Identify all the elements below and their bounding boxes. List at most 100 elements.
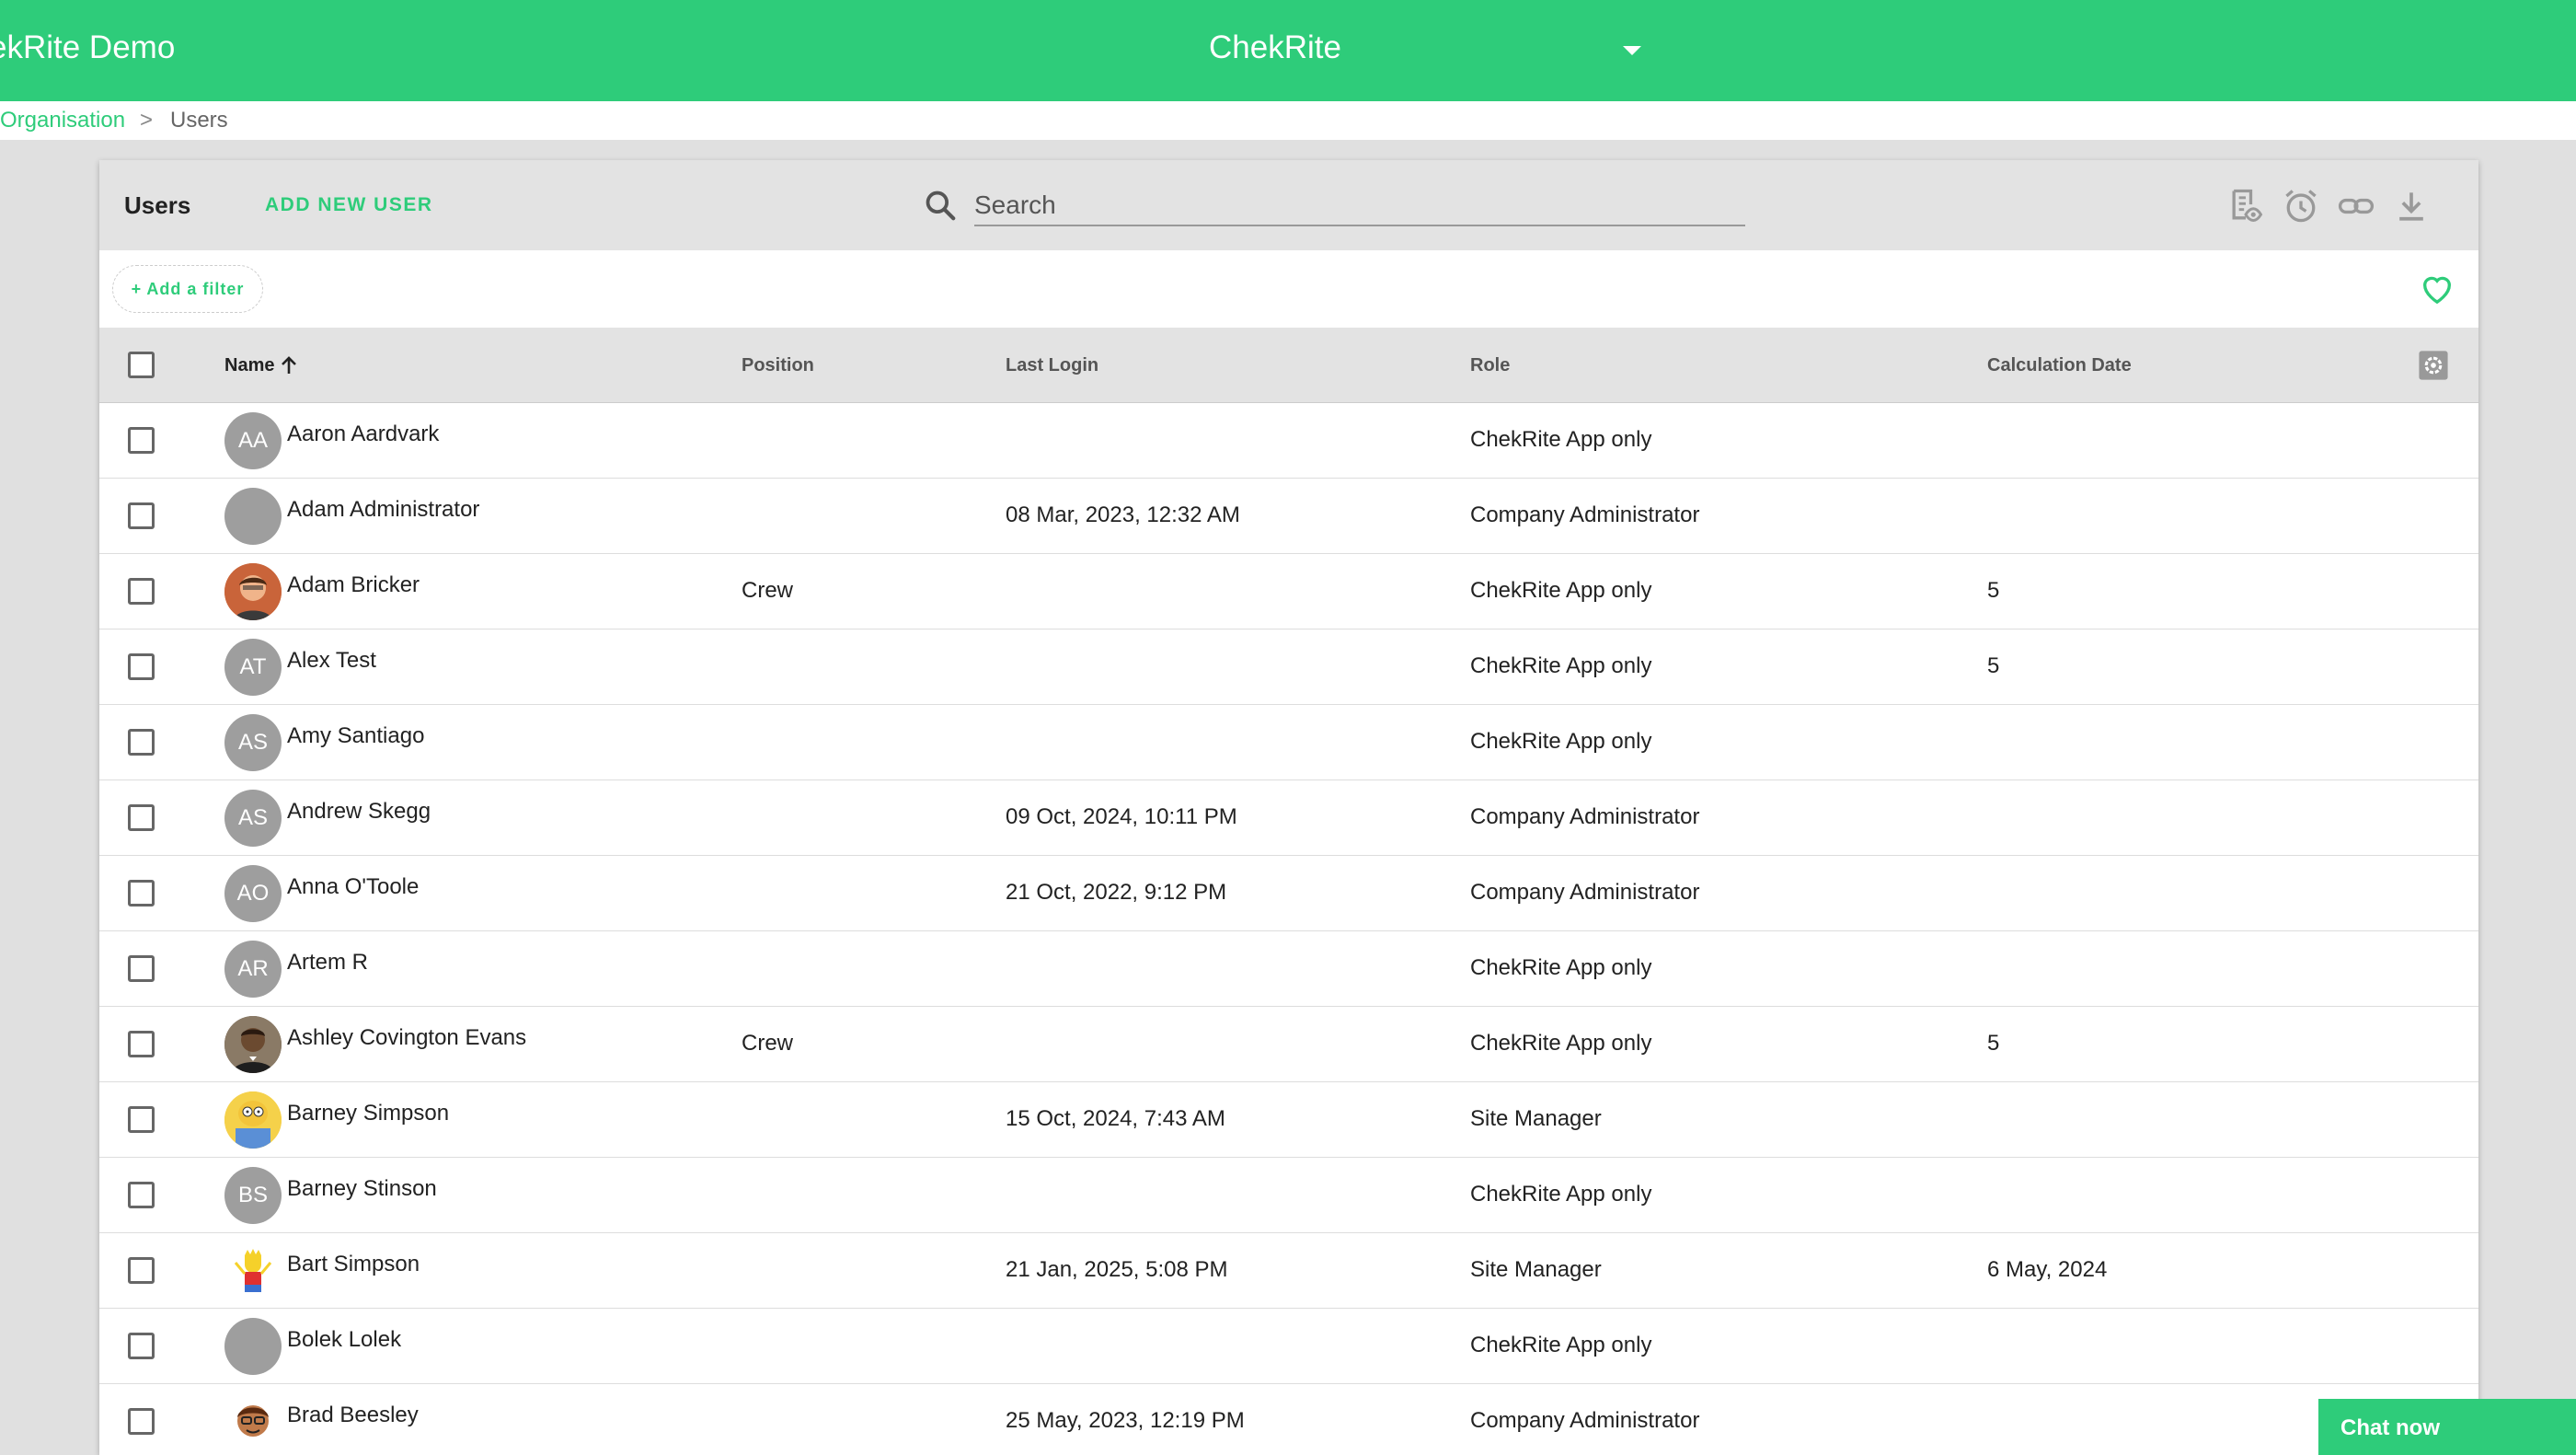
user-role: Company Administrator — [1470, 502, 1700, 527]
avatar-photo — [224, 1393, 282, 1450]
breadcrumb: Organisation > Users — [0, 101, 2576, 140]
avatar-photo — [224, 1091, 282, 1149]
avatar-photo — [224, 563, 282, 620]
table-header: Name Position Last Login Role Calculatio… — [99, 328, 2478, 403]
user-role: Site Manager — [1470, 1106, 1602, 1131]
table-row[interactable]: Barney Simpson 15 Oct, 2024, 7:43 AM Sit… — [99, 1082, 2478, 1158]
row-checkbox[interactable] — [128, 955, 155, 982]
user-role: Company Administrator — [1470, 1408, 1700, 1433]
row-checkbox[interactable] — [128, 1333, 155, 1359]
user-calculation-date: 6 May, 2024 — [1987, 1257, 2108, 1282]
row-checkbox[interactable] — [128, 729, 155, 756]
user-calculation-date: 5 — [1987, 1031, 2000, 1056]
table-row[interactable]: Bolek Lolek ChekRite App only — [99, 1309, 2478, 1384]
user-role: ChekRite App only — [1470, 653, 1652, 678]
user-name[interactable]: Barney Simpson — [287, 1101, 449, 1126]
column-settings-gear-icon[interactable] — [2418, 350, 2449, 381]
user-role: Site Manager — [1470, 1257, 1602, 1282]
add-filter-button[interactable]: + Add a filter — [112, 265, 263, 313]
user-name[interactable]: Bolek Lolek — [287, 1327, 401, 1353]
row-checkbox[interactable] — [128, 1031, 155, 1057]
row-checkbox[interactable] — [128, 578, 155, 605]
sort-ascending-icon[interactable] — [278, 353, 300, 377]
download-icon[interactable] — [2391, 186, 2432, 226]
user-name[interactable]: Artem R — [287, 950, 368, 976]
row-checkbox[interactable] — [128, 427, 155, 454]
column-header-last-login[interactable]: Last Login — [1006, 355, 1098, 376]
table-row[interactable]: Ashley Covington Evans Crew ChekRite App… — [99, 1007, 2478, 1082]
row-checkbox[interactable] — [128, 502, 155, 529]
user-role: Company Administrator — [1470, 880, 1700, 905]
user-role: ChekRite App only — [1470, 729, 1652, 754]
avatar: AA — [224, 412, 282, 469]
user-name[interactable]: Anna O'Toole — [287, 874, 419, 900]
user-name[interactable]: Amy Santiago — [287, 723, 424, 749]
heart-icon[interactable] — [2418, 271, 2456, 307]
row-checkbox[interactable] — [128, 880, 155, 906]
user-last-login: 15 Oct, 2024, 7:43 AM — [1006, 1106, 1225, 1131]
table-row[interactable]: AR Artem R ChekRite App only — [99, 931, 2478, 1007]
table-row[interactable]: AO Anna O'Toole 21 Oct, 2022, 9:12 PM Co… — [99, 856, 2478, 931]
select-all-checkbox[interactable] — [128, 352, 155, 378]
user-name[interactable]: Brad Beesley — [287, 1403, 419, 1428]
table-row[interactable]: BS Barney Stinson ChekRite App only — [99, 1158, 2478, 1233]
row-checkbox[interactable] — [128, 1106, 155, 1133]
user-name[interactable]: Barney Stinson — [287, 1176, 437, 1202]
users-card: Users ADD NEW USER Search + Add a filter… — [99, 160, 2478, 1455]
avatar: AS — [224, 790, 282, 847]
avatar: AO — [224, 865, 282, 922]
table-row[interactable]: Bart Simpson 21 Jan, 2025, 5:08 PM Site … — [99, 1233, 2478, 1309]
column-header-name[interactable]: Name — [224, 355, 274, 376]
user-name[interactable]: Adam Bricker — [287, 572, 420, 598]
table-row[interactable]: Adam Bricker Crew ChekRite App only 5 — [99, 554, 2478, 629]
avatar: AR — [224, 941, 282, 998]
user-name[interactable]: Andrew Skegg — [287, 799, 431, 825]
breadcrumb-organisation-link[interactable]: Organisation — [0, 108, 125, 133]
add-new-user-button[interactable]: ADD NEW USER — [265, 194, 433, 216]
alarm-icon[interactable] — [2281, 186, 2321, 226]
table-row[interactable]: Brad Beesley 25 May, 2023, 12:19 PM Comp… — [99, 1384, 2478, 1455]
avatar — [224, 1318, 282, 1375]
user-calculation-date: 5 — [1987, 653, 2000, 678]
person-photo-icon — [224, 563, 282, 620]
link-icon[interactable] — [2336, 186, 2376, 226]
page-title: Users — [124, 191, 191, 219]
user-name[interactable]: Adam Administrator — [287, 497, 479, 523]
row-checkbox[interactable] — [128, 1182, 155, 1208]
user-name[interactable]: Bart Simpson — [287, 1252, 420, 1277]
column-header-position[interactable]: Position — [742, 355, 814, 376]
table-row[interactable]: AS Andrew Skegg 09 Oct, 2024, 10:11 PM C… — [99, 780, 2478, 856]
user-last-login: 08 Mar, 2023, 12:32 AM — [1006, 502, 1240, 527]
row-checkbox[interactable] — [128, 1257, 155, 1284]
user-name[interactable]: Alex Test — [287, 648, 376, 674]
row-checkbox[interactable] — [128, 653, 155, 680]
cartoon-character-icon — [224, 1091, 282, 1149]
row-checkbox[interactable] — [128, 804, 155, 831]
avatar: AT — [224, 639, 282, 696]
app-selector-label[interactable]: ChekRite — [1209, 29, 1341, 66]
avatar: BS — [224, 1167, 282, 1224]
column-header-calculation-date[interactable]: Calculation Date — [1987, 355, 2132, 376]
user-name[interactable]: Ashley Covington Evans — [287, 1025, 526, 1051]
column-header-role[interactable]: Role — [1470, 355, 1510, 376]
user-last-login: 21 Oct, 2022, 9:12 PM — [1006, 880, 1227, 905]
table-row[interactable]: AA Aaron Aardvark ChekRite App only — [99, 403, 2478, 479]
caret-down-icon[interactable] — [1623, 46, 1641, 55]
user-role: ChekRite App only — [1470, 1333, 1652, 1357]
search-input[interactable] — [974, 180, 1745, 226]
user-last-login: 21 Jan, 2025, 5:08 PM — [1006, 1257, 1228, 1282]
cartoon-character-icon — [224, 1393, 282, 1450]
table-row[interactable]: Adam Administrator 08 Mar, 2023, 12:32 A… — [99, 479, 2478, 554]
chat-now-button[interactable]: Chat now — [2318, 1399, 2576, 1455]
breadcrumb-separator: > — [140, 108, 154, 133]
user-role: ChekRite App only — [1470, 578, 1652, 603]
table-row[interactable]: AS Amy Santiago ChekRite App only — [99, 705, 2478, 780]
row-checkbox[interactable] — [128, 1408, 155, 1435]
user-role: ChekRite App only — [1470, 955, 1652, 980]
table-row[interactable]: AT Alex Test ChekRite App only 5 — [99, 629, 2478, 705]
checklist-view-icon[interactable] — [2225, 186, 2266, 226]
organisation-name[interactable]: ekRite Demo — [0, 29, 175, 66]
filter-bar: + Add a filter — [99, 250, 2478, 328]
user-position: Crew — [742, 578, 794, 603]
user-name[interactable]: Aaron Aardvark — [287, 421, 439, 447]
